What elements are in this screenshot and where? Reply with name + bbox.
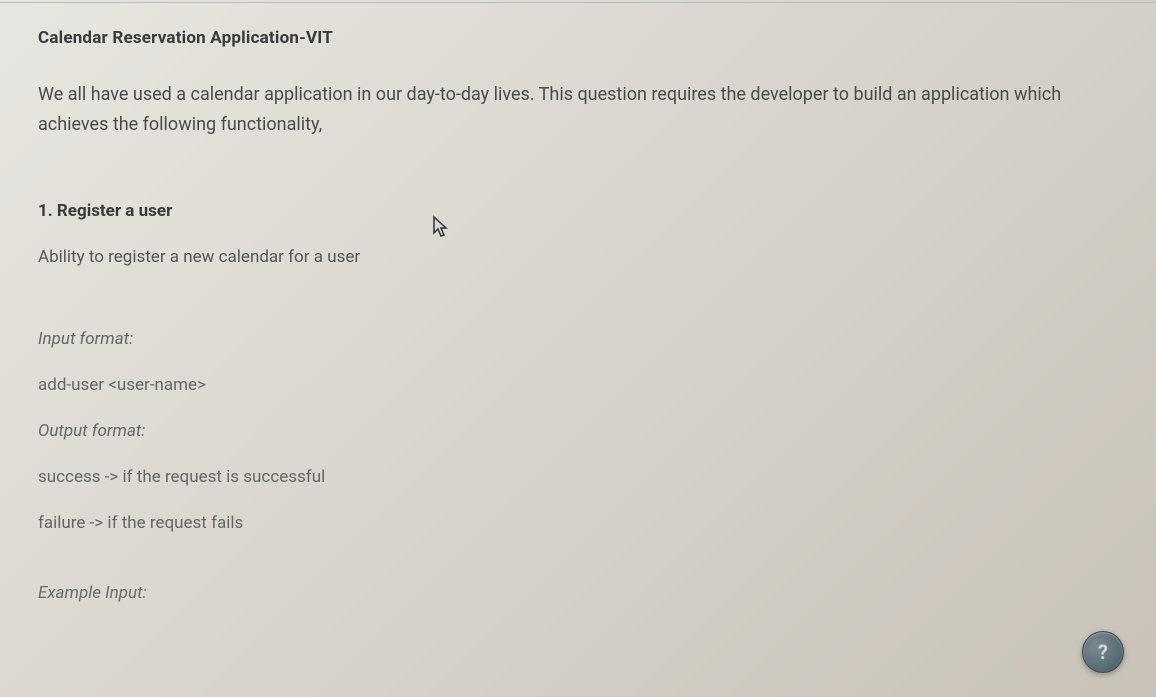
section-heading: 1. Register a user xyxy=(38,201,1118,221)
page-title: Calendar Reservation Application-VIT xyxy=(38,28,1118,48)
input-format-label: Input format: xyxy=(38,329,1118,349)
help-icon: ? xyxy=(1098,640,1108,664)
output-success-line: success -> if the request is successful xyxy=(38,467,1118,487)
input-format-content: add-user <user-name> xyxy=(38,375,1118,395)
intro-paragraph: We all have used a calendar application … xyxy=(38,80,1118,139)
top-divider xyxy=(0,2,1156,3)
output-failure-line: failure -> if the request fails xyxy=(38,513,1118,533)
section-description: Ability to register a new calendar for a… xyxy=(38,247,1118,267)
help-button[interactable]: ? xyxy=(1082,631,1124,673)
example-input-label: Example Input: xyxy=(38,583,1118,603)
output-format-label: Output format: xyxy=(38,421,1118,441)
